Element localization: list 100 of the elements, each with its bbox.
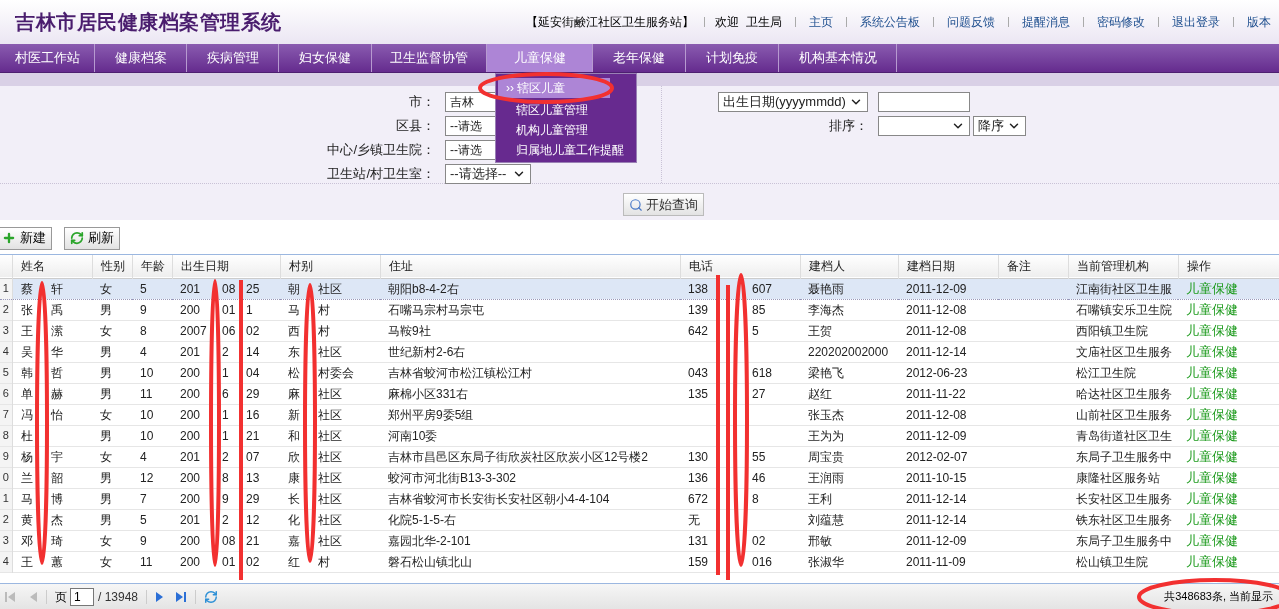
table-cell: 10 [132, 425, 172, 446]
table-cell: 女 [92, 530, 132, 551]
action-link[interactable]: 儿童保健 [1178, 383, 1279, 404]
column-header[interactable]: 操作 [1178, 255, 1279, 278]
column-header[interactable]: 当前管理机构 [1068, 255, 1178, 278]
reload-icon[interactable] [204, 589, 219, 604]
cell-text: 1 [222, 406, 230, 424]
nav-tab[interactable]: 机构基本情况 [779, 44, 897, 72]
cell-text: 黄 [20, 511, 34, 529]
cell-text: 27 [752, 385, 766, 403]
cell-text: 200 [180, 532, 202, 550]
table-cell: 女 [92, 551, 132, 572]
cell-text: 村 [318, 322, 330, 340]
sort-order-select[interactable]: 降序 [973, 116, 1026, 136]
table-cell: 康隆社区服务站 [1068, 467, 1178, 488]
table-cell: 12 [132, 467, 172, 488]
action-link[interactable]: 儿童保健 [1178, 299, 1279, 320]
cell-text: 马 [288, 301, 301, 319]
table-cell: 2012-06-23 [898, 362, 998, 383]
column-header[interactable]: 住址 [380, 255, 680, 278]
action-link[interactable]: 儿童保健 [1178, 509, 1279, 530]
action-link[interactable]: 儿童保健 [1178, 320, 1279, 341]
column-header[interactable]: 建档日期 [898, 255, 998, 278]
cell-text: 131 [688, 532, 710, 550]
date-type-select[interactable]: 出生日期(yyyymmdd) [718, 92, 868, 112]
cell-text: 46 [752, 469, 766, 487]
search-icon [629, 197, 643, 212]
table-cell: 5 [132, 278, 172, 299]
table-cell: 张淑华 [800, 551, 898, 572]
date-input[interactable] [878, 92, 970, 112]
column-header[interactable]: 年龄 [132, 255, 172, 278]
cell-text: 杜 [20, 427, 33, 445]
nav-tab[interactable]: 妇女保健 [279, 44, 372, 72]
cell-text: 29 [246, 490, 260, 508]
cell-text: 08 [222, 280, 236, 298]
header-link[interactable]: 系统公告板 [860, 13, 920, 31]
nav-tab[interactable]: 老年保健 [593, 44, 686, 72]
action-link[interactable]: 儿童保健 [1178, 341, 1279, 362]
row-number: 1 [0, 488, 12, 509]
column-header[interactable]: 性别 [92, 255, 132, 278]
table-cell: 松山镇卫生院 [1068, 551, 1178, 572]
query-button[interactable]: 开始查询 [623, 193, 704, 216]
nav-tab[interactable]: 健康档案 [95, 44, 187, 72]
cell-text: 201 [180, 280, 202, 298]
table-cell: 2011-11-09 [898, 551, 998, 572]
table-cell: 磐石松山镇北山 [380, 551, 680, 572]
cell-text: 怡 [50, 406, 63, 424]
action-link[interactable]: 儿童保健 [1178, 362, 1279, 383]
cell-text: 琦 [50, 532, 63, 550]
table-cell: 2011-11-22 [898, 383, 998, 404]
table-cell: 2012-02-07 [898, 446, 998, 467]
table-cell: 王润雨 [800, 467, 898, 488]
table-cell: 松江卫生院 [1068, 362, 1178, 383]
table-cell: 11 [132, 551, 172, 572]
action-link[interactable]: 儿童保健 [1178, 467, 1279, 488]
header-link[interactable]: 退出登录 [1172, 13, 1220, 31]
column-header[interactable]: 姓名 [12, 255, 92, 278]
header-link[interactable]: 密码修改 [1097, 13, 1145, 31]
cell-text: 139 [688, 301, 710, 319]
row-number: 1 [0, 278, 12, 299]
last-page-icon[interactable] [175, 590, 188, 603]
filter-label: 中心/乡镇卫生院： [326, 141, 436, 160]
header-link[interactable]: 主页 [809, 13, 833, 31]
action-link[interactable]: 儿童保健 [1178, 488, 1279, 509]
table-cell: 文庙社区卫生服务 [1068, 341, 1178, 362]
nav-tab[interactable]: 疾病管理 [187, 44, 279, 72]
table-cell: 8 [132, 320, 172, 341]
cell-text: 200 [180, 553, 202, 571]
action-link[interactable]: 儿童保健 [1178, 530, 1279, 551]
column-header[interactable]: 出生日期 [172, 255, 280, 278]
sort-field-select[interactable] [878, 116, 970, 136]
table-cell: 2011-12-14 [898, 488, 998, 509]
action-link[interactable]: 儿童保健 [1178, 551, 1279, 572]
header-link[interactable]: 版本 [1247, 13, 1271, 31]
cell-text: 社区 [318, 406, 342, 424]
page-input[interactable]: 1 [70, 587, 94, 606]
cell-text: 邓 [20, 532, 34, 550]
refresh-button[interactable]: 刷新 [64, 226, 120, 250]
row-number: 6 [0, 383, 12, 404]
column-header[interactable]: 建档人 [800, 255, 898, 278]
cell-text: 135 [688, 385, 710, 403]
action-link[interactable]: 儿童保健 [1178, 425, 1279, 446]
nav-tab[interactable]: 计划免疫 [686, 44, 779, 72]
cell-text: 冯 [20, 406, 34, 424]
column-header[interactable]: 备注 [998, 255, 1068, 278]
header-link[interactable]: 问题反馈 [947, 13, 995, 31]
select-field[interactable]: --请选择-- [445, 164, 531, 184]
record-summary: 共348683条, 当前显示 [1164, 589, 1274, 605]
cell-text: 201 [180, 448, 202, 466]
cell-text: 200 [180, 301, 202, 319]
nav-tab[interactable]: 村医工作站 [0, 44, 95, 72]
header-link[interactable]: 提醒消息 [1022, 13, 1070, 31]
action-link[interactable]: 儿童保健 [1178, 404, 1279, 425]
cell-text: 韩 [20, 364, 34, 382]
cell-text: 朝 [288, 280, 301, 298]
table-cell: 2011-12-08 [898, 320, 998, 341]
column-header[interactable]: 村别 [280, 255, 380, 278]
cell-text: 社区 [318, 448, 342, 466]
new-button[interactable]: 新建 [0, 226, 52, 250]
action-link[interactable]: 儿童保健 [1178, 446, 1279, 467]
